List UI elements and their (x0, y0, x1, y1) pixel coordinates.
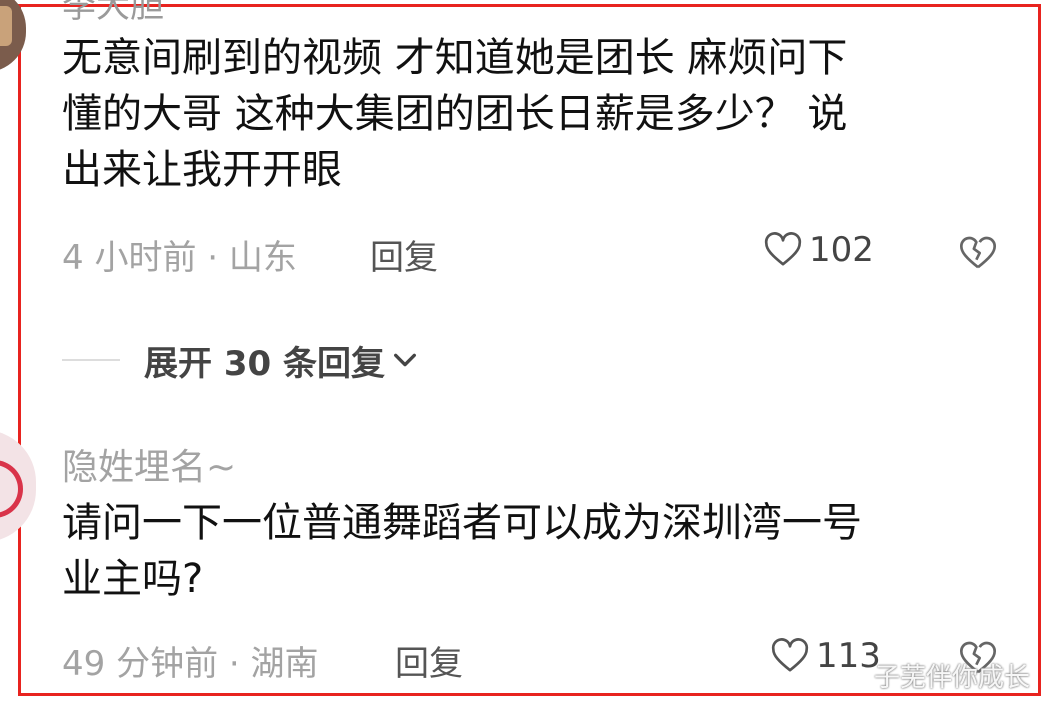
broken-heart-icon[interactable] (958, 233, 998, 273)
avatar[interactable] (0, 430, 36, 542)
comment-text-line: 业主吗? (62, 556, 204, 602)
comment-text: 无意间刷到的视频 才知道她是团长 麻烦问下 懂的大哥 这种大集团的团长日薪是多少… (62, 30, 1002, 198)
like-button[interactable]: 113 (770, 636, 881, 676)
like-button[interactable]: 102 (763, 230, 874, 270)
avatar-image (0, 6, 12, 46)
like-count: 102 (809, 230, 874, 270)
avatar-image (0, 460, 23, 518)
reply-button[interactable]: 回复 (370, 230, 438, 279)
comment-meta: 49 分钟前 · 湖南 (62, 644, 319, 684)
comment-meta: 4 小时前 · 山东 (62, 238, 297, 278)
comment-text-line: 出来让我开开眼 (62, 147, 342, 193)
comment-text-line: 无意间刷到的视频 才知道她是团长 麻烦问下 (62, 35, 848, 81)
expand-replies-button[interactable]: 展开 30 条回复 (62, 335, 419, 385)
avatar[interactable] (0, 0, 26, 72)
watermark: 子芜伴你成长 (874, 663, 1031, 693)
comment-text-line: 请问一下一位普通舞蹈者可以成为深圳湾一号 (62, 500, 862, 546)
like-count: 113 (816, 636, 881, 676)
comment-username[interactable]: 隐姓埋名~ (62, 438, 236, 490)
comment-text: 请问一下一位普通舞蹈者可以成为深圳湾一号 业主吗? (62, 495, 1002, 607)
chevron-down-icon (394, 353, 416, 367)
reply-button[interactable]: 回复 (395, 636, 463, 685)
divider (62, 359, 120, 361)
comment-username[interactable]: 李大胆 (62, 0, 164, 27)
heart-icon (764, 232, 802, 266)
heart-icon (771, 638, 809, 672)
comment-text-line: 懂的大哥 这种大集团的团长日薪是多少？ 说 (62, 91, 848, 137)
expand-replies-label: 展开 30 条回复 (144, 343, 385, 384)
